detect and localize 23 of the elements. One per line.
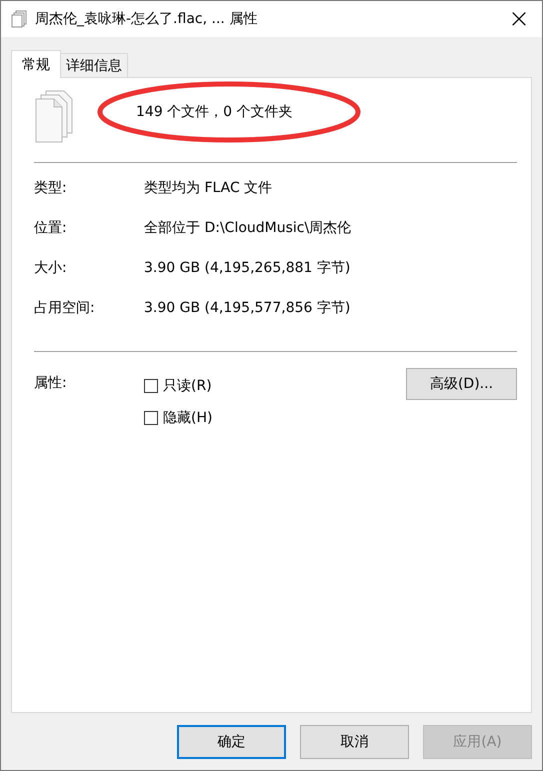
field-value: 全部位于 D:\CloudMusic\周杰伦 [144, 219, 352, 237]
field-label: 位置: [34, 219, 68, 237]
checkbox[interactable] [144, 379, 158, 393]
files-icon [34, 90, 74, 144]
checkbox-label: 隐藏(H) [163, 409, 212, 427]
tab[interactable]: 常规 [11, 50, 61, 78]
field-label: 大小: [34, 259, 68, 277]
field-label: 类型: [34, 179, 68, 197]
field-value: 3.90 GB (4,195,265,881 字节) [144, 259, 350, 277]
dialog-button[interactable]: 确定 [177, 725, 286, 759]
field-label: 属性: [34, 374, 68, 392]
field-value: 3.90 GB (4,195,577,856 字节) [144, 299, 350, 317]
window-title: 周杰伦_袁咏琳-怎么了.flac, ... 属性 [35, 10, 258, 28]
field-value: 类型均为 FLAC 文件 [144, 179, 272, 197]
close-button[interactable]: × [496, 1, 542, 37]
dialog-button[interactable]: 取消 [300, 725, 409, 759]
files-icon [11, 10, 27, 28]
tab[interactable]: 详细信息 [60, 53, 128, 77]
checkbox-label: 只读(R) [163, 377, 212, 395]
advanced-button[interactable]: 高级(D)... [406, 368, 517, 400]
file-count-text: 149 个文件，0 个文件夹 [136, 104, 293, 120]
field-label: 占用空间: [34, 299, 96, 317]
checkbox[interactable] [144, 411, 158, 425]
